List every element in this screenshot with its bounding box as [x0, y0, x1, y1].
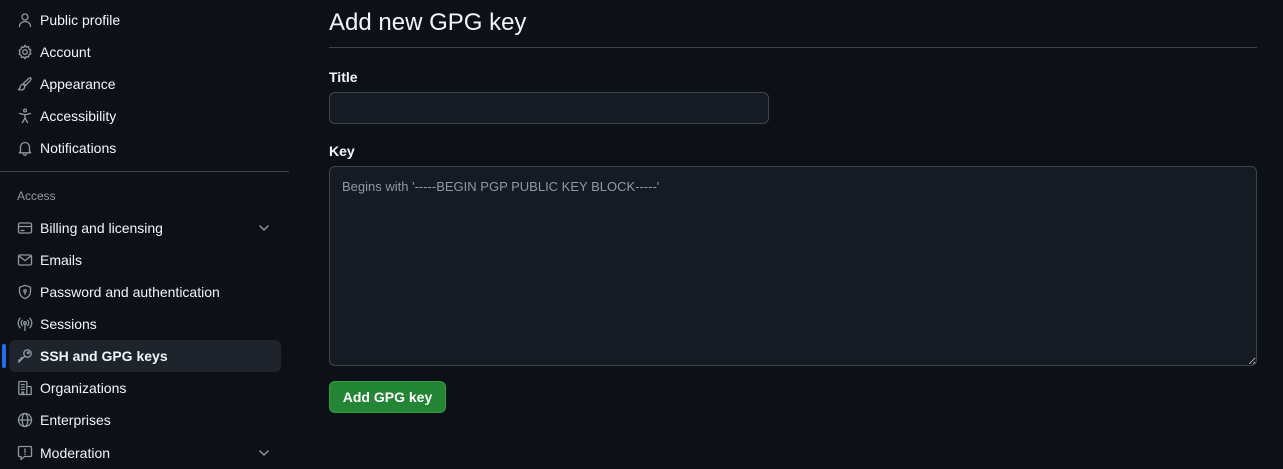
- sidebar-item-label: Emails: [40, 252, 83, 268]
- sidebar-divider: [0, 171, 289, 172]
- sidebar-item-label: Sessions: [40, 316, 97, 332]
- gear-icon: [17, 44, 33, 60]
- sidebar-item-password-and-authentication[interactable]: Password and authentication: [9, 276, 281, 308]
- sidebar-item-public-profile[interactable]: Public profile: [9, 4, 281, 36]
- sidebar-item-label: Enterprises: [40, 412, 111, 428]
- sidebar-item-label: Password and authentication: [40, 284, 220, 300]
- sidebar-item-notifications[interactable]: Notifications: [9, 132, 281, 164]
- sidebar-item-sessions[interactable]: Sessions: [9, 308, 281, 340]
- sidebar-item-label: SSH and GPG keys: [40, 348, 168, 364]
- sidebar-item-label: Organizations: [40, 380, 127, 396]
- sidebar-item-emails[interactable]: Emails: [9, 244, 281, 276]
- page-title: Add new GPG key: [329, 9, 527, 36]
- globe-icon: [17, 412, 33, 428]
- paintbrush-icon: [17, 76, 33, 92]
- sidebar-item-accessibility[interactable]: Accessibility: [9, 100, 281, 132]
- report-icon: [17, 445, 33, 461]
- sidebar-item-ssh-and-gpg-keys[interactable]: SSH and GPG keys: [2, 340, 281, 372]
- credit-card-icon: [17, 220, 33, 236]
- sidebar-item-label: Account: [40, 44, 91, 60]
- organization-icon: [17, 380, 33, 396]
- key-textarea[interactable]: [329, 166, 1257, 366]
- sidebar-section-heading: Access: [17, 189, 56, 203]
- chevron-down-icon[interactable]: [257, 446, 271, 460]
- sidebar-item-organizations[interactable]: Organizations: [9, 372, 281, 404]
- accessibility-icon: [17, 108, 33, 124]
- sidebar-item-label: Billing and licensing: [40, 220, 163, 236]
- mail-icon: [17, 252, 33, 268]
- bell-icon: [17, 140, 33, 156]
- title-input[interactable]: [329, 92, 769, 124]
- key-label: Key: [329, 143, 355, 159]
- sidebar-item-billing-and-licensing[interactable]: Billing and licensing: [9, 212, 281, 244]
- shield-lock-icon: [17, 284, 33, 300]
- add-gpg-key-button[interactable]: Add GPG key: [329, 381, 446, 413]
- sidebar-item-label: Notifications: [40, 140, 117, 156]
- title-label: Title: [329, 69, 358, 85]
- sidebar-item-account[interactable]: Account: [9, 36, 281, 68]
- sidebar-item-label: Public profile: [40, 12, 121, 28]
- sidebar-item-label: Accessibility: [40, 108, 117, 124]
- title-divider: [329, 47, 1257, 48]
- key-icon: [17, 348, 33, 364]
- sidebar-item-label: Appearance: [40, 76, 116, 92]
- sidebar-item-label: Moderation: [40, 445, 111, 461]
- sidebar-item-moderation[interactable]: Moderation: [9, 437, 281, 469]
- broadcast-icon: [17, 316, 33, 332]
- sidebar-item-appearance[interactable]: Appearance: [9, 68, 281, 100]
- person-icon: [17, 12, 33, 28]
- chevron-down-icon[interactable]: [257, 221, 271, 235]
- settings-sidebar: Public profile Account Appearance Access…: [0, 0, 289, 461]
- sidebar-item-enterprises[interactable]: Enterprises: [9, 404, 281, 436]
